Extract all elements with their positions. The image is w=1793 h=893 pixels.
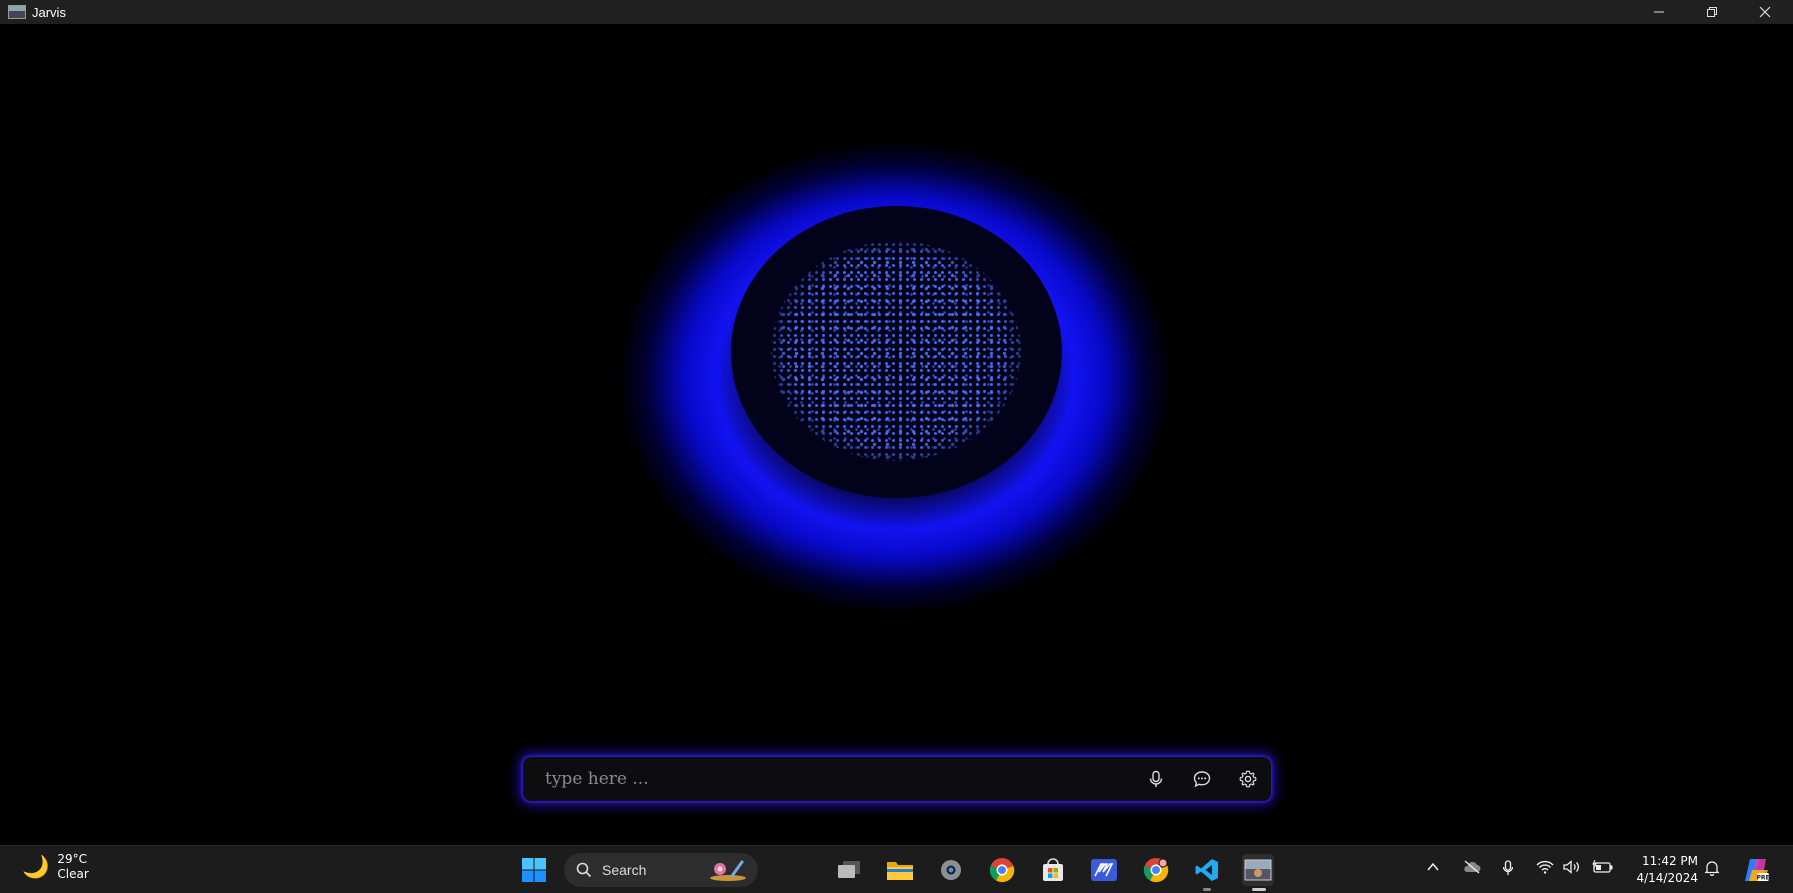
jarvis-app-icon bbox=[1244, 859, 1272, 881]
minimize-icon bbox=[1654, 11, 1664, 13]
jarvis-taskbar-button[interactable] bbox=[1242, 854, 1274, 891]
chrome-icon bbox=[1143, 858, 1169, 883]
taskbar-search[interactable]: Search bbox=[564, 853, 758, 887]
mic-button[interactable] bbox=[1133, 757, 1179, 801]
particle-sphere bbox=[771, 241, 1021, 461]
copilot-button[interactable]: PRE bbox=[1740, 854, 1772, 886]
moon-icon: 🌙 bbox=[22, 854, 50, 880]
vscode-button[interactable] bbox=[1191, 854, 1223, 891]
microsoft-store-button[interactable] bbox=[1037, 854, 1069, 886]
weather-widget[interactable]: 🌙 29°C Clear bbox=[22, 852, 89, 882]
microphone-tray-icon bbox=[1502, 860, 1514, 875]
command-input[interactable] bbox=[523, 757, 1133, 801]
settings-gear-icon bbox=[941, 860, 961, 880]
battery-charging-icon bbox=[1592, 859, 1613, 873]
microphone-status[interactable] bbox=[1502, 860, 1514, 880]
wifi-status[interactable] bbox=[1536, 860, 1554, 878]
store-icon bbox=[1043, 858, 1063, 881]
cloud-offline-icon bbox=[1464, 860, 1481, 874]
restore-button[interactable] bbox=[1686, 0, 1738, 24]
clock-date: 4/14/2024 bbox=[1636, 871, 1698, 885]
gear-icon bbox=[1239, 770, 1257, 788]
blue-app-icon bbox=[1091, 859, 1117, 881]
minimize-button[interactable] bbox=[1633, 0, 1685, 24]
particle-orb bbox=[731, 206, 1062, 498]
svg-text:PRE: PRE bbox=[1756, 875, 1769, 882]
file-explorer-button[interactable] bbox=[884, 854, 916, 886]
chevron-up-icon bbox=[1427, 862, 1439, 871]
app-launcher-button[interactable] bbox=[1088, 854, 1120, 886]
task-view-button[interactable] bbox=[833, 854, 865, 886]
running-indicator bbox=[1203, 888, 1211, 891]
vscode-icon bbox=[1195, 859, 1218, 881]
active-indicator bbox=[1252, 888, 1266, 891]
restore-icon bbox=[1707, 7, 1717, 17]
close-button[interactable] bbox=[1739, 0, 1791, 24]
wifi-icon bbox=[1536, 860, 1554, 874]
app-icon bbox=[8, 5, 26, 19]
window-title: Jarvis bbox=[32, 4, 66, 20]
taskbar: 🌙 29°C Clear Search 11:42 PM 4/14/2024 P… bbox=[0, 845, 1793, 893]
windows-logo-icon bbox=[522, 858, 546, 882]
settings-app-button[interactable] bbox=[935, 854, 967, 886]
start-button[interactable] bbox=[518, 854, 550, 886]
microphone-icon bbox=[1149, 770, 1163, 787]
chat-button[interactable] bbox=[1179, 757, 1225, 801]
speaker-icon bbox=[1563, 860, 1579, 874]
chat-bubble-icon bbox=[1193, 771, 1211, 788]
clock-time: 11:42 PM bbox=[1642, 854, 1698, 868]
weather-temperature: 29°C bbox=[57, 852, 88, 866]
volume-status[interactable] bbox=[1563, 860, 1581, 878]
battery-status[interactable] bbox=[1592, 859, 1614, 878]
show-hidden-icons-button[interactable] bbox=[1426, 860, 1440, 878]
copilot-icon: PRE bbox=[1745, 859, 1770, 882]
search-label: Search bbox=[602, 862, 647, 878]
close-icon bbox=[1759, 6, 1771, 18]
settings-button[interactable] bbox=[1225, 757, 1271, 801]
task-view-icon bbox=[838, 861, 860, 878]
notifications-button[interactable] bbox=[1704, 860, 1720, 880]
chrome-icon bbox=[989, 858, 1015, 883]
chrome-profile-button[interactable] bbox=[1140, 854, 1172, 886]
command-bar bbox=[523, 757, 1271, 801]
onedrive-status[interactable] bbox=[1462, 860, 1482, 878]
assistant-stage bbox=[0, 24, 1793, 845]
system-clock[interactable]: 11:42 PM 4/14/2024 bbox=[1628, 853, 1698, 887]
weather-condition: Clear bbox=[57, 867, 89, 881]
folder-icon bbox=[887, 862, 913, 880]
search-highlight-icon bbox=[710, 860, 746, 881]
search-icon bbox=[576, 862, 592, 878]
chrome-button[interactable] bbox=[986, 854, 1018, 886]
bell-icon bbox=[1704, 861, 1720, 877]
window-titlebar[interactable]: Jarvis bbox=[0, 0, 1793, 24]
